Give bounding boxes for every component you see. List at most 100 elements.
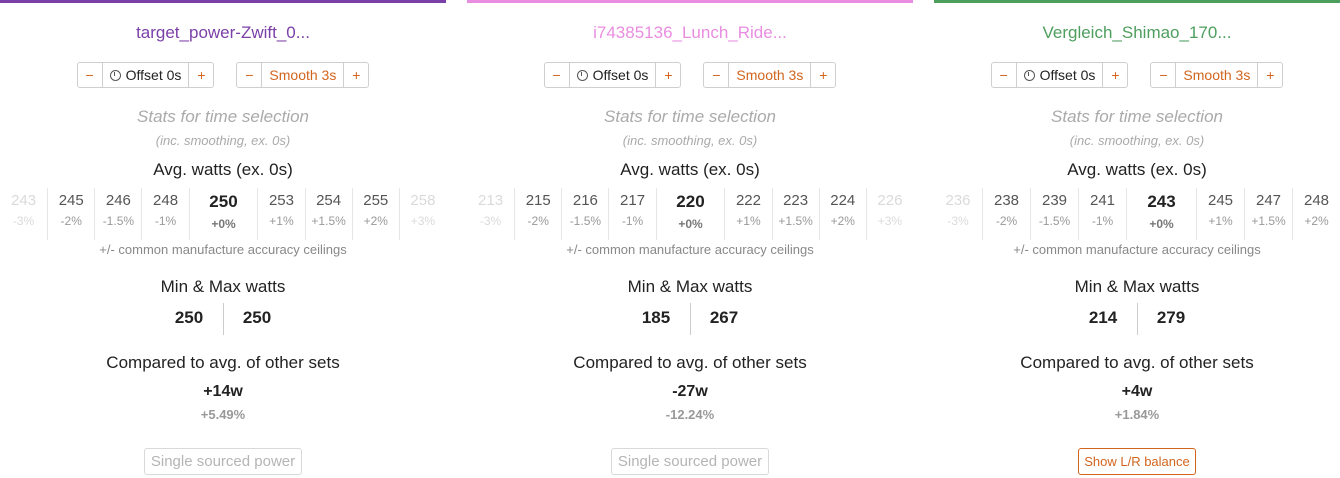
avg-watts-cell: 224 +2% — [818, 188, 866, 240]
minmax-row: 185 267 — [467, 303, 913, 335]
offset-increase-button[interactable]: + — [1103, 63, 1127, 87]
avg-watts-cell: 254 +1.5% — [304, 188, 352, 240]
watts-value: 248 — [1303, 192, 1330, 209]
offset-control: − Offset 0s + — [76, 62, 215, 88]
watts-percent: -3% — [479, 214, 502, 228]
compare-diff-percent: +5.49% — [200, 407, 246, 422]
watts-percent: +1.5% — [1251, 214, 1286, 228]
dataset-panel: i74385136_Lunch_Ride... − Offset 0s + − … — [467, 0, 913, 478]
compare-label: Compared to avg. of other sets — [573, 353, 807, 372]
dataset-color-bar — [0, 0, 446, 3]
stats-subtitle: (inc. smoothing, ex. 0s) — [155, 133, 291, 148]
clock-icon — [576, 69, 588, 81]
watts-value: 254 — [316, 192, 342, 209]
watts-percent: -2% — [995, 214, 1018, 228]
smooth-decrease-button[interactable]: − — [704, 63, 728, 87]
watts-percent: -3% — [947, 214, 969, 228]
dataset-title[interactable]: target_power-Zwift_0... — [0, 23, 446, 45]
watts-value: 258 — [410, 192, 436, 209]
smooth-label: Smooth 3s — [1183, 67, 1251, 83]
stats-subtitle: (inc. smoothing, ex. 0s) — [1069, 133, 1205, 148]
offset-display[interactable]: Offset 0s — [568, 63, 657, 87]
smooth-display[interactable]: Smooth 3s — [1175, 63, 1259, 87]
accuracy-note: +/- common manufacture accuracy ceilings — [1013, 242, 1261, 257]
stats-subtitle: (inc. smoothing, ex. 0s) — [622, 133, 758, 148]
offset-control: − Offset 0s + — [990, 62, 1129, 88]
minmax-label: Min & Max watts — [1074, 277, 1200, 296]
clock-icon — [109, 69, 121, 81]
dataset-panel: target_power-Zwift_0... − Offset 0s + − … — [0, 0, 446, 478]
comparison-panels: target_power-Zwift_0... − Offset 0s + − … — [0, 0, 1340, 478]
watts-percent: +1% — [269, 214, 294, 228]
watts-value: 224 — [830, 192, 856, 209]
compare-diff-watts: -27w — [672, 383, 708, 400]
dataset-title[interactable]: i74385136_Lunch_Ride... — [467, 23, 913, 45]
compare-label: Compared to avg. of other sets — [1020, 353, 1254, 372]
avg-watts-cell: 258 +3% — [398, 188, 446, 240]
smooth-display[interactable]: Smooth 3s — [728, 63, 812, 87]
stats-title: Stats for time selection — [1051, 107, 1223, 126]
offset-decrease-button[interactable]: − — [78, 63, 102, 87]
watts-value: 239 — [1041, 192, 1068, 209]
watts-percent: +0% — [1149, 217, 1174, 231]
smooth-increase-button[interactable]: + — [1258, 63, 1282, 87]
smooth-increase-button[interactable]: + — [344, 63, 368, 87]
avg-watts-cell: 239 -1.5% — [1030, 188, 1078, 240]
avg-watts-cell: 220 +0% — [655, 188, 725, 240]
max-watts: 267 — [689, 303, 758, 335]
max-watts: 279 — [1136, 303, 1205, 335]
panel-controls: − Offset 0s + − Smooth 3s + — [467, 62, 913, 88]
avg-watts-cell: 255 +2% — [351, 188, 399, 240]
watts-value: 216 — [572, 192, 598, 209]
avg-watts-cell: 222 +1% — [724, 188, 771, 240]
watts-percent: +1% — [736, 214, 761, 228]
stats-title: Stats for time selection — [604, 107, 776, 126]
watts-value: 241 — [1089, 192, 1116, 209]
offset-display[interactable]: Offset 0s — [101, 63, 190, 87]
smooth-display[interactable]: Smooth 3s — [261, 63, 345, 87]
panel-footer: Single sourced power — [467, 448, 913, 475]
watts-value: 243 — [1147, 192, 1176, 211]
smooth-control: − Smooth 3s + — [703, 62, 837, 88]
offset-decrease-button[interactable]: − — [545, 63, 569, 87]
watts-value: 226 — [877, 192, 903, 209]
avg-watts-row: 243 -3% 245 -2% 246 -1.5% 248 -1% 250 +0… — [0, 188, 446, 240]
stats-title: Stats for time selection — [137, 107, 309, 126]
minmax-row: 250 250 — [0, 303, 446, 335]
smooth-decrease-button[interactable]: − — [1151, 63, 1175, 87]
offset-increase-button[interactable]: + — [656, 63, 680, 87]
watts-percent: +3% — [877, 214, 903, 228]
avg-watts-cell: 236 -3% — [934, 188, 982, 240]
lr-balance-button[interactable]: Show L/R balance — [1078, 448, 1196, 475]
watts-value: 215 — [525, 192, 551, 209]
offset-decrease-button[interactable]: − — [992, 63, 1016, 87]
avg-watts-row: 236 -3% 238 -2% 239 -1.5% 241 -1% 243 +0… — [934, 188, 1340, 240]
avg-watts-cell: 247 +1.5% — [1244, 188, 1292, 240]
avg-watts-cell: 243 -3% — [0, 188, 47, 240]
offset-increase-button[interactable]: + — [189, 63, 213, 87]
watts-value: 247 — [1255, 192, 1282, 209]
watts-value: 238 — [993, 192, 1020, 209]
minmax-row: 214 279 — [934, 303, 1340, 335]
smooth-increase-button[interactable]: + — [811, 63, 835, 87]
smooth-decrease-button[interactable]: − — [237, 63, 261, 87]
panel-controls: − Offset 0s + − Smooth 3s + — [0, 62, 446, 88]
watts-percent: +1% — [1208, 214, 1233, 228]
watts-value: 253 — [268, 192, 294, 209]
avg-watts-cell: 248 +2% — [1292, 188, 1340, 240]
watts-percent: +2% — [363, 214, 388, 228]
watts-percent: +3% — [410, 214, 436, 228]
dataset-title[interactable]: Vergleich_Shimao_170... — [934, 23, 1340, 45]
offset-display[interactable]: Offset 0s — [1015, 63, 1104, 87]
watts-value: 248 — [153, 192, 179, 209]
offset-label: Offset 0s — [1039, 67, 1096, 83]
watts-value: 220 — [676, 192, 705, 211]
panel-footer: Show L/R balance — [934, 448, 1340, 475]
watts-percent: +1.5% — [778, 214, 813, 228]
compare-diff-percent: +1.84% — [1114, 407, 1160, 422]
avg-watts-cell: 217 -1% — [608, 188, 655, 240]
min-watts: 185 — [641, 308, 671, 327]
watts-percent: -3% — [12, 214, 35, 228]
watts-percent: +0% — [678, 217, 703, 231]
avg-watts-cell: 213 -3% — [467, 188, 514, 240]
